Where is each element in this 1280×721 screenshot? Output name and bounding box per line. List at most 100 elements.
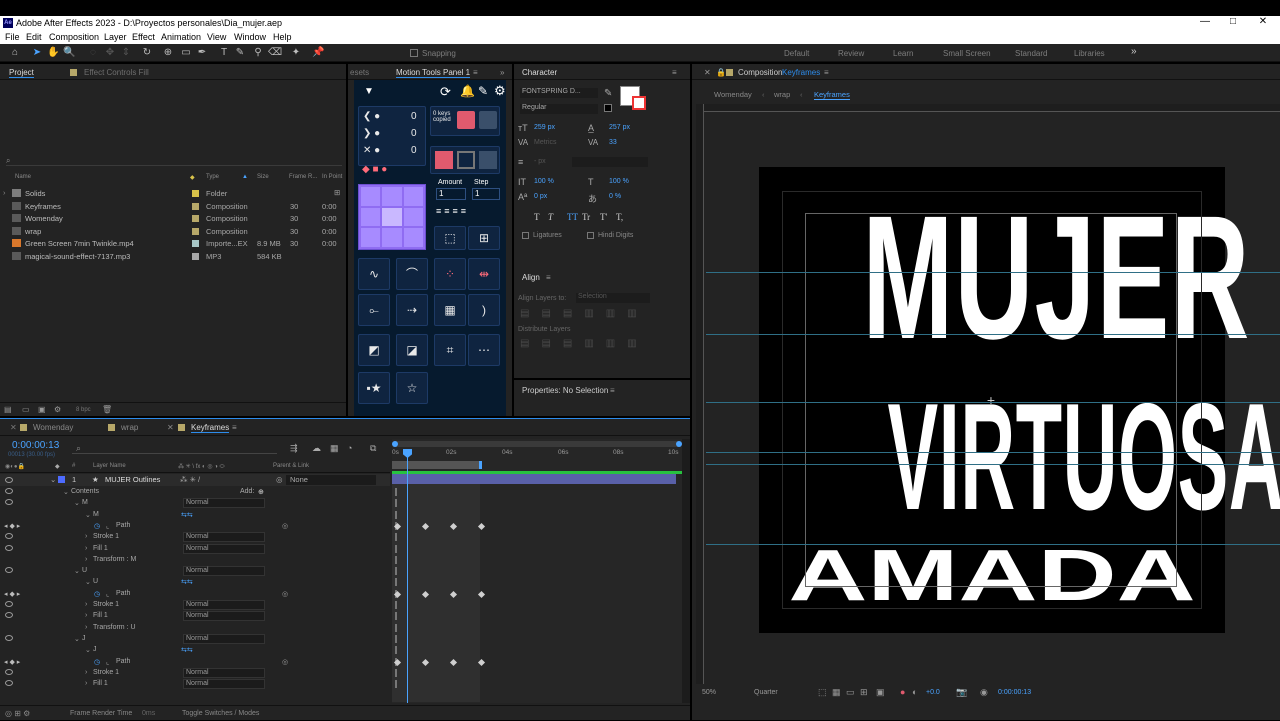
guide-line[interactable]	[706, 272, 1280, 273]
workspace-small-screen[interactable]: Small Screen	[943, 49, 991, 58]
dolly-tool-icon[interactable]: ⇕	[120, 47, 132, 59]
expand-arrow-icon[interactable]: ›	[85, 669, 87, 676]
tsume-value[interactable]: 0 %	[609, 193, 621, 200]
motion-blur-icon[interactable]: ◔	[347, 443, 352, 453]
graph-icon[interactable]: ⌞	[106, 658, 109, 666]
amount-input[interactable]: 1	[436, 188, 466, 200]
bell-icon[interactable]: 🔔	[460, 84, 475, 98]
item-label-color[interactable]	[192, 190, 199, 197]
expand-arrow-icon[interactable]: ›	[85, 624, 87, 631]
visibility-eye-icon[interactable]	[5, 477, 13, 483]
expand-arrow-icon[interactable]: ›	[85, 556, 87, 563]
property-row[interactable]: ⌄ U Normal	[0, 566, 390, 577]
puppet-tool-icon[interactable]: 📌	[312, 47, 324, 59]
expand-arrow-icon[interactable]: ⌄	[85, 646, 91, 654]
col-size[interactable]: Size	[257, 174, 269, 180]
mask-icon[interactable]: ◩	[358, 334, 390, 366]
tab-character[interactable]: Character	[522, 68, 557, 77]
stroke-style-select[interactable]	[572, 157, 648, 167]
property-row[interactable]: › Stroke 1 Normal	[0, 667, 390, 679]
project-item[interactable]: magical-sound-effect-7137.mp3 MP3 584 KB	[0, 251, 346, 263]
visibility-eye-icon[interactable]	[5, 488, 13, 494]
shape-tool-icon[interactable]: ▭	[180, 47, 192, 59]
layer-duration-bar[interactable]	[392, 474, 676, 484]
new-folder-icon[interactable]: ▭	[22, 405, 30, 414]
tab-effect-controls[interactable]: Effect Controls Fill	[84, 68, 149, 77]
footer-toggles-icon[interactable]: ◎ ⊞ ⚙	[5, 709, 30, 718]
align-to-select[interactable]: Selection	[576, 293, 650, 303]
panel-menu-icon[interactable]: ≡	[473, 68, 478, 77]
ease-in-icon[interactable]: ∿	[358, 258, 390, 290]
visibility-eye-icon[interactable]	[5, 499, 13, 506]
minimize-icon[interactable]: —	[1190, 16, 1220, 27]
expand-arrow-icon[interactable]: ›	[85, 680, 87, 687]
distribute-buttons-icon[interactable]: ▤▤▤▥▥▥	[520, 338, 649, 349]
keyframe-marker[interactable]	[477, 658, 486, 666]
font-family-select[interactable]: FONTSPRING D...	[520, 88, 598, 98]
visibility-eye-icon[interactable]	[5, 668, 13, 675]
superscript-button[interactable]: T'	[600, 212, 607, 222]
menu-effect[interactable]: Effect	[132, 32, 155, 42]
project-search-input[interactable]: ⌕	[6, 156, 342, 166]
breadcrumb-womenday[interactable]: Womenday	[714, 90, 752, 99]
expand-arrow-icon[interactable]: ›	[85, 545, 87, 552]
pan-tool-icon[interactable]: ✥	[104, 47, 116, 59]
trash-icon[interactable]: 🗑	[102, 405, 112, 414]
project-item[interactable]: wrap Composition 30 0:00	[0, 226, 346, 238]
menu-window[interactable]: Window	[234, 32, 266, 42]
graph-icon[interactable]: ⌞	[106, 522, 109, 530]
visibility-eye-icon[interactable]	[5, 544, 13, 551]
workspace-learn[interactable]: Learn	[893, 49, 913, 58]
expression-pick-whip-icon[interactable]: ◎	[282, 590, 288, 598]
expand-arrow-icon[interactable]: ⌄	[74, 567, 80, 575]
breadcrumb-keyframes[interactable]: Keyframes	[814, 90, 850, 100]
close-icon[interactable]: ✕	[1248, 16, 1278, 27]
guide-line[interactable]	[706, 334, 1280, 335]
parent-select[interactable]: None	[286, 475, 376, 485]
project-item[interactable]: Keyframes Composition 30 0:00	[0, 201, 346, 213]
workspace-standard[interactable]: Standard	[1015, 49, 1047, 58]
visibility-eye-icon[interactable]	[5, 612, 13, 619]
keyframe-marker[interactable]	[421, 658, 430, 666]
maximize-icon[interactable]: □	[1218, 16, 1248, 27]
guide-line[interactable]	[706, 452, 1280, 453]
property-row[interactable]: ◂ ◆ ▸ ◷ ⌞ Path ◎	[0, 521, 390, 532]
parent-pick-whip-icon[interactable]: ◎	[276, 475, 283, 484]
resolution-select[interactable]: Quarter	[754, 689, 778, 696]
link-icon[interactable]: ⟜	[358, 294, 390, 326]
keyframe-marker[interactable]	[449, 590, 458, 598]
mask-view-icon[interactable]: ▭	[846, 687, 855, 698]
copy-keys-icon[interactable]	[457, 111, 475, 129]
blend-mode-select[interactable]: Normal	[183, 611, 265, 622]
project-settings-icon[interactable]: ⚙	[54, 405, 61, 414]
keyframe-marker[interactable]	[449, 658, 458, 666]
playhead-line[interactable]	[407, 449, 408, 703]
ligatures-checkbox[interactable]	[522, 232, 529, 239]
tracking-value[interactable]: 33	[609, 139, 617, 146]
dropdown-arrow-icon[interactable]: ▼	[364, 86, 374, 97]
keyframe-marker[interactable]	[393, 658, 402, 666]
zoom-tool-icon[interactable]: 🔍	[63, 47, 75, 59]
blend-mode-select[interactable]: Normal	[183, 679, 265, 690]
layer-name[interactable]: MUJER Outlines	[105, 475, 160, 484]
stopwatch-icon[interactable]: ◷	[94, 590, 100, 598]
close-tab-icon[interactable]: ✕	[167, 423, 174, 432]
project-item[interactable]: Green Screen 7min Twinkle.mp4 Importe...E…	[0, 238, 346, 250]
brush-tool-icon[interactable]: ✎	[234, 47, 246, 59]
fill-color-icon[interactable]	[435, 151, 453, 169]
properties-menu-icon[interactable]: ≡	[610, 386, 615, 395]
keyframe-navigator-icon[interactable]: ◂ ◆ ▸	[4, 590, 20, 598]
grid-icon[interactable]: ⊞	[468, 226, 500, 250]
blend-mode-select[interactable]: Normal	[183, 600, 265, 610]
expand-arrow-icon[interactable]: ⌄	[85, 578, 91, 586]
paste-keys-icon[interactable]	[479, 111, 497, 129]
orbit-tool-icon[interactable]: ◌	[87, 47, 99, 59]
menu-layer[interactable]: Layer	[104, 32, 127, 42]
anchor-tool-icon[interactable]: ⊕	[162, 47, 174, 59]
prev-keyframe-icon[interactable]: ❮ ●	[363, 111, 380, 122]
shy-layers-icon[interactable]: ☁	[312, 443, 321, 454]
hand-tool-icon[interactable]: ✋	[47, 47, 59, 59]
timeline-tab-womenday[interactable]: Womenday	[33, 423, 73, 432]
property-row[interactable]: › Stroke 1 Normal	[0, 532, 390, 543]
toggle-switches-modes[interactable]: Toggle Switches / Modes	[182, 710, 259, 717]
